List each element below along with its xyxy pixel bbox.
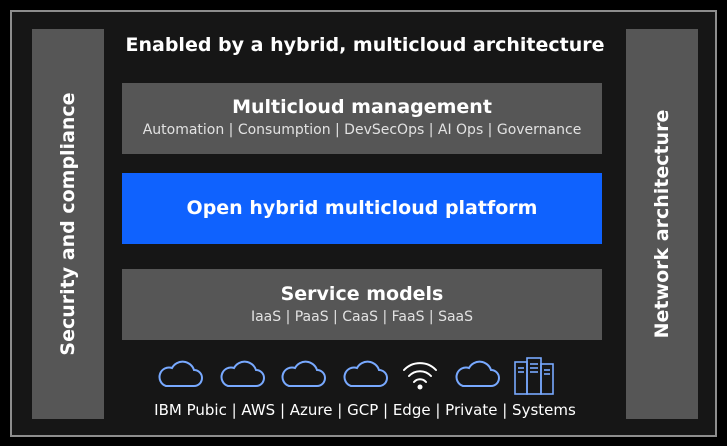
cloud-icon: [281, 360, 326, 387]
network-architecture-bar: Network architecture: [626, 29, 698, 419]
security-compliance-label: Security and compliance: [57, 92, 79, 356]
cloud-icon: [220, 360, 265, 387]
multicloud-management-title: Multicloud management: [232, 96, 492, 118]
multicloud-management-layer: Multicloud management Automation | Consu…: [122, 83, 602, 154]
cloud-icon: [158, 360, 203, 387]
providers-footer: IBM Pubic | AWS | Azure | GCP | Edge | P…: [154, 401, 576, 419]
service-models-subtitle: IaaS | PaaS | CaaS | FaaS | SaaS: [250, 309, 474, 325]
network-architecture-label: Network architecture: [651, 109, 673, 339]
wifi-icon: [403, 362, 437, 390]
service-models-title: Service models: [280, 283, 444, 305]
platform-title: Open hybrid multicloud platform: [186, 197, 538, 219]
server-icon: [514, 357, 554, 395]
diagram-title: Enabled by a hybrid, multicloud architec…: [125, 34, 605, 56]
multicloud-management-subtitle: Automation | Consumption | DevSecOps | A…: [142, 122, 582, 138]
service-models-layer: Service models IaaS | PaaS | CaaS | FaaS…: [122, 269, 602, 340]
platform-layer: Open hybrid multicloud platform: [122, 173, 602, 244]
security-compliance-bar: Security and compliance: [32, 29, 104, 419]
cloud-icon: [455, 360, 500, 387]
provider-icons: [150, 356, 570, 396]
cloud-icon: [343, 360, 388, 387]
